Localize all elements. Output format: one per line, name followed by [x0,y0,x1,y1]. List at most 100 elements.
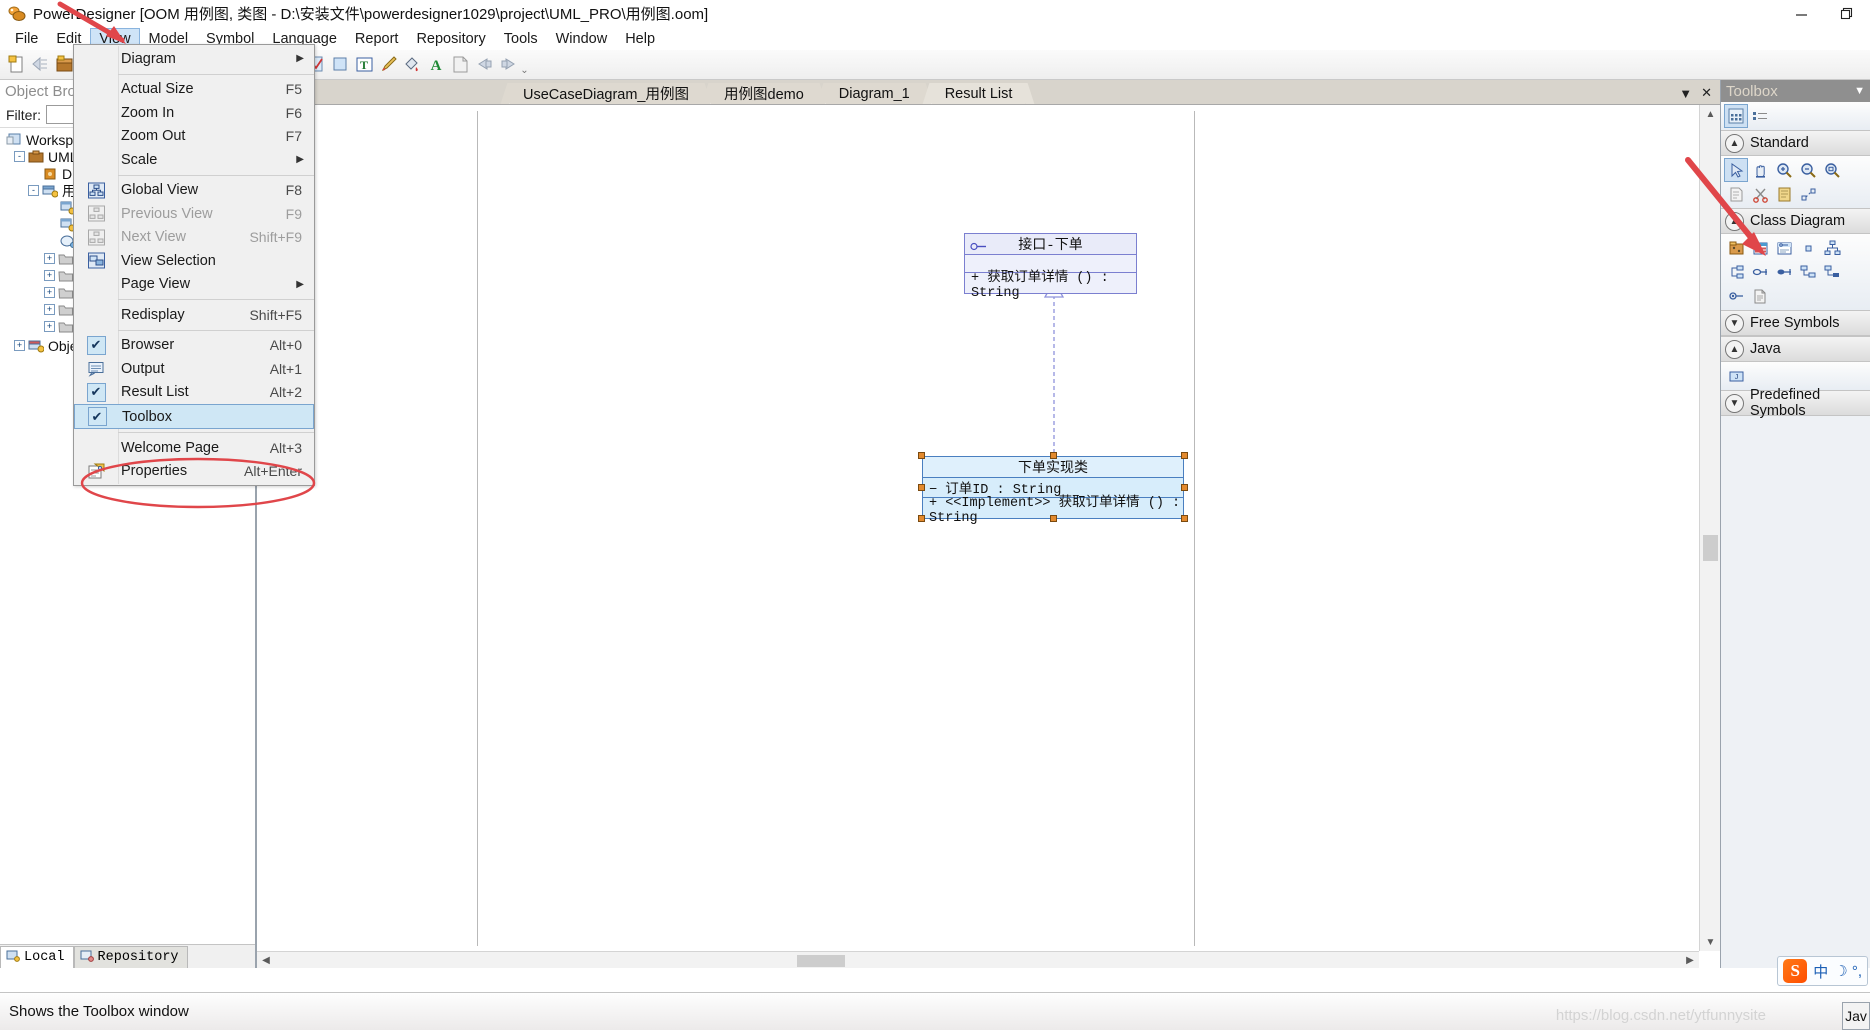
selection-handle-s[interactable] [1050,515,1057,522]
selection-handle-nw[interactable] [918,452,925,459]
class-shape[interactable]: 下单实现类 − 订单ID : String + <<Implement>> 获取… [922,456,1184,526]
menu-item-actual-size[interactable]: Actual Size F5 [74,78,314,102]
zoom-area-icon[interactable] [1820,158,1844,182]
note-icon[interactable] [448,53,472,77]
toolbox-section-standard[interactable]: ▲ Standard [1721,130,1870,156]
menu-item-view-selection[interactable]: View Selection [74,249,314,273]
note-icon[interactable] [1724,182,1748,206]
interface-icon[interactable] [1772,236,1796,260]
selection-handle-se[interactable] [1181,515,1188,522]
scroll-up-arrow[interactable]: ▲ [1700,105,1720,123]
pan-icon[interactable] [1748,158,1772,182]
package-icon[interactable] [1724,236,1748,260]
menu-item-result-list[interactable]: ✔ Result List Alt+2 [74,381,314,405]
list-icon[interactable] [1748,104,1772,128]
scroll-left-arrow[interactable]: ◀ [257,952,275,968]
fill-color-icon[interactable] [400,53,424,77]
toolbox-section-class-diagram[interactable]: ▲ Class Diagram [1721,208,1870,234]
menu-item-zoom-in[interactable]: Zoom In F6 [74,101,314,125]
paste-icon[interactable] [1772,182,1796,206]
realization-link[interactable] [966,279,1076,471]
selection-handle-w[interactable] [918,484,925,491]
tree-expander[interactable]: + [44,321,55,332]
selection-handle-sw[interactable] [918,515,925,522]
horizontal-scroll-thumb[interactable] [797,955,845,967]
browser-tab-repository[interactable]: Repository [73,946,188,968]
inner-link-icon[interactable] [1724,284,1748,308]
menu-item-browser[interactable]: ✔ Browser Alt+0 [74,334,314,358]
menu-item-diagram[interactable]: Diagram ▶ [74,47,314,71]
chevron-down-icon[interactable]: ▼ [1725,313,1744,333]
tree-expander[interactable]: + [44,270,55,281]
menu-report[interactable]: Report [346,28,408,50]
minimize-button[interactable] [1778,0,1824,28]
ime-mode-label[interactable]: 中 [1813,961,1828,982]
menu-help[interactable]: Help [616,28,664,50]
forward-icon[interactable] [496,53,520,77]
diagram-tab-resultlist[interactable]: Result List [922,83,1035,104]
diagram-tab-diagram1[interactable]: Diagram_1 [816,83,933,104]
menu-item-output[interactable]: Output Alt+1 [74,357,314,381]
tree-expander[interactable]: + [44,253,55,264]
selection-handle-e[interactable] [1181,484,1188,491]
scroll-right-arrow[interactable]: ▶ [1681,952,1699,968]
toolbox-section-java[interactable]: ▲ Java [1721,336,1870,362]
sogou-ime-widget[interactable]: S 中 ☽ °, [1777,956,1868,986]
tree-expander[interactable]: + [44,287,55,298]
link-icon[interactable] [1796,182,1820,206]
menu-item-toolbox[interactable]: ✔ Toolbox [74,404,314,429]
zoom-in-icon[interactable] [1772,158,1796,182]
menu-item-zoom-out[interactable]: Zoom Out F7 [74,125,314,149]
diagram-canvas[interactable]: 接口-下单 + 获取订单详情 () : String 下单实现类 − 订单ID … [266,111,1698,946]
chevron-up-icon[interactable]: ▲ [1725,339,1744,359]
text-box-icon[interactable]: T [352,53,376,77]
grid-icon[interactable] [1724,104,1748,128]
class-icon[interactable] [1748,236,1772,260]
menu-item-scale[interactable]: Scale ▶ [74,148,314,172]
fill-icon[interactable] [328,53,352,77]
canvas-horizontal-scrollbar[interactable]: ◀ ▶ [257,951,1699,968]
tree-expander[interactable]: + [44,304,55,315]
file-icon[interactable] [1748,284,1772,308]
java-applet-icon[interactable]: J [1724,364,1748,388]
chevron-up-icon[interactable]: ▲ [1725,211,1744,231]
menu-file[interactable]: File [6,28,47,50]
selection-handle-ne[interactable] [1181,452,1188,459]
chevron-down-icon[interactable]: ▼ [1725,393,1744,413]
menu-tools[interactable]: Tools [495,28,547,50]
new-model-icon[interactable] [4,53,28,77]
menu-repository[interactable]: Repository [407,28,494,50]
back-icon[interactable] [472,53,496,77]
port-icon[interactable] [1796,236,1820,260]
selection-handle-n[interactable] [1050,452,1057,459]
dependency-icon[interactable] [1748,260,1772,284]
toolbox-section-free-symbols[interactable]: ▼ Free Symbols [1721,310,1870,336]
tree-expander[interactable]: + [14,340,25,351]
aggregation-icon[interactable] [1796,260,1820,284]
pencil-icon[interactable] [376,53,400,77]
tree-expander[interactable]: - [14,151,25,162]
menu-window[interactable]: Window [547,28,617,50]
interface-shape[interactable]: 接口-下单 + 获取订单详情 () : String [964,233,1137,301]
restore-button[interactable] [1824,0,1870,28]
composition-icon[interactable] [1820,260,1844,284]
menu-item-properties[interactable]: Properties Alt+Enter [74,460,314,484]
chevron-down-icon[interactable]: ▼ [1854,85,1865,97]
scissors-icon[interactable] [1748,182,1772,206]
generate-icon[interactable] [28,53,52,77]
association-icon[interactable] [1724,260,1748,284]
ime-glyphs[interactable]: ☽ °, [1834,962,1862,980]
diagram-tab-usecasedemo[interactable]: 用例图demo [701,83,827,104]
view-dropdown-menu[interactable]: Diagram ▶ Actual Size F5 Zoom In F6 Zoom… [73,44,315,486]
toolbar-grip-3[interactable]: ⌄ [520,54,529,76]
menu-item-redisplay[interactable]: Redisplay Shift+F5 [74,303,314,327]
pointer-icon[interactable] [1724,158,1748,182]
menu-item-welcome-page[interactable]: Welcome Page Alt+3 [74,436,314,460]
menu-item-page-view[interactable]: Page View ▶ [74,273,314,297]
tree-expander[interactable]: - [28,185,39,196]
chevron-up-icon[interactable]: ▲ [1725,133,1744,153]
menu-item-global-view[interactable]: Global View F8 [74,179,314,203]
browser-tab-local[interactable]: Local [0,946,74,968]
vertical-scroll-thumb[interactable] [1703,535,1718,561]
scroll-down-arrow[interactable]: ▼ [1700,933,1720,951]
